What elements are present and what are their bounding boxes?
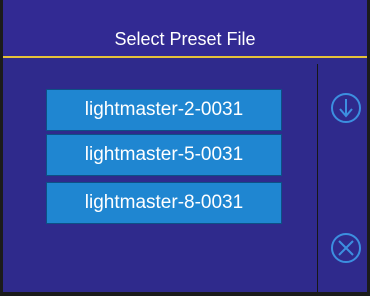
preset-dialog: Select Preset File lightmaster-2-0031 li…: [0, 0, 370, 296]
close-circle-icon[interactable]: [330, 232, 362, 264]
preset-item-3[interactable]: lightmaster-8-0031: [46, 182, 282, 224]
arrow-down-circle-icon[interactable]: [330, 92, 362, 124]
side-panel: [317, 64, 367, 292]
preset-item-2[interactable]: lightmaster-5-0031: [46, 134, 282, 176]
title-bar: Select Preset File: [3, 0, 367, 58]
dialog-title: Select Preset File: [114, 29, 256, 49]
preset-list: lightmaster-2-0031 lightmaster-5-0031 li…: [13, 64, 317, 286]
preset-item-1[interactable]: lightmaster-2-0031: [46, 89, 282, 131]
